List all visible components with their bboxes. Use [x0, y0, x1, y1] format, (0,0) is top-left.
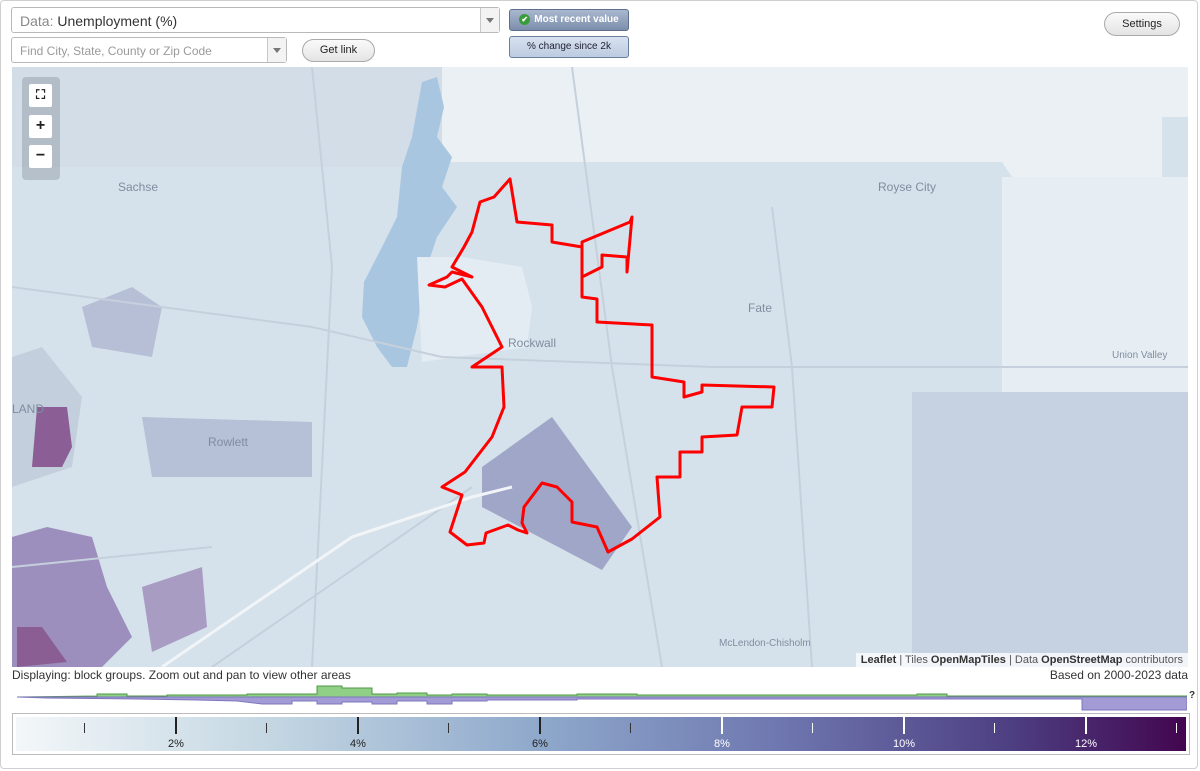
check-icon: ✔ [519, 13, 531, 25]
data-select-value: Unemployment (%) [57, 13, 178, 29]
attribution-contrib: contributors [1122, 654, 1183, 666]
map-canvas[interactable]: ⛶ + − Sachse Royse City Fate Rockwall Ro… [12, 67, 1188, 667]
legend-label: 8% [714, 738, 730, 750]
openmaptiles-link[interactable]: OpenMapTiles [931, 654, 1006, 666]
legend-label: 10% [892, 738, 916, 750]
most-recent-label: Most recent value [534, 14, 619, 25]
most-recent-toggle[interactable]: ✔ Most recent value [509, 9, 629, 31]
legend-label: 12% [1074, 738, 1098, 750]
fullscreen-icon[interactable]: ⛶ [29, 84, 52, 107]
percent-change-toggle[interactable]: % change since 2k [509, 36, 629, 58]
status-text: Displaying: block groups. Zoom out and p… [12, 668, 351, 682]
get-link-button[interactable]: Get link [302, 39, 375, 62]
place-label: LAND [12, 402, 45, 416]
legend-label: 2% [168, 738, 184, 750]
legend-label: 4% [350, 738, 366, 750]
place-label: Sachse [118, 180, 159, 194]
zoom-in-icon[interactable]: + [29, 115, 52, 138]
data-select-label: Data: [20, 13, 54, 29]
attribution-sep: | Data [1005, 654, 1042, 666]
attribution-sep: | Tiles [896, 654, 931, 666]
openstreetmap-link[interactable]: OpenStreetMap [1041, 654, 1122, 666]
settings-button[interactable]: Settings [1104, 12, 1180, 36]
place-label: McLendon-Chisholm [719, 638, 811, 649]
zoom-out-icon[interactable]: − [29, 145, 52, 168]
leaflet-link[interactable]: Leaflet [861, 654, 896, 666]
place-label: Rockwall [508, 336, 557, 350]
dropdown-icon[interactable] [480, 8, 499, 32]
search-input[interactable] [18, 41, 266, 61]
histogram-help[interactable]: ? [1189, 690, 1195, 701]
place-label: Fate [748, 301, 773, 315]
place-label: Royse City [878, 180, 937, 194]
map-attribution: Leaflet | Tiles OpenMapTiles | Data Open… [855, 653, 1188, 667]
place-label: Rowlett [208, 435, 249, 449]
data-select[interactable]: Data: Unemployment (%) [11, 7, 500, 33]
color-legend: 2% 4% 6% 8% 10% 12% [12, 713, 1190, 755]
data-range-text: Based on 2000-2023 data [1049, 668, 1188, 682]
location-search[interactable] [11, 37, 287, 63]
legend-label: 6% [532, 738, 548, 750]
map-layer [12, 67, 1188, 667]
dropdown-icon[interactable] [267, 38, 286, 62]
place-label: Union Valley [1112, 350, 1168, 361]
color-ramp: 2% 4% 6% 8% 10% 12% [16, 717, 1186, 751]
distribution-histogram [17, 685, 1187, 711]
zoom-control: ⛶ + − [22, 77, 60, 180]
